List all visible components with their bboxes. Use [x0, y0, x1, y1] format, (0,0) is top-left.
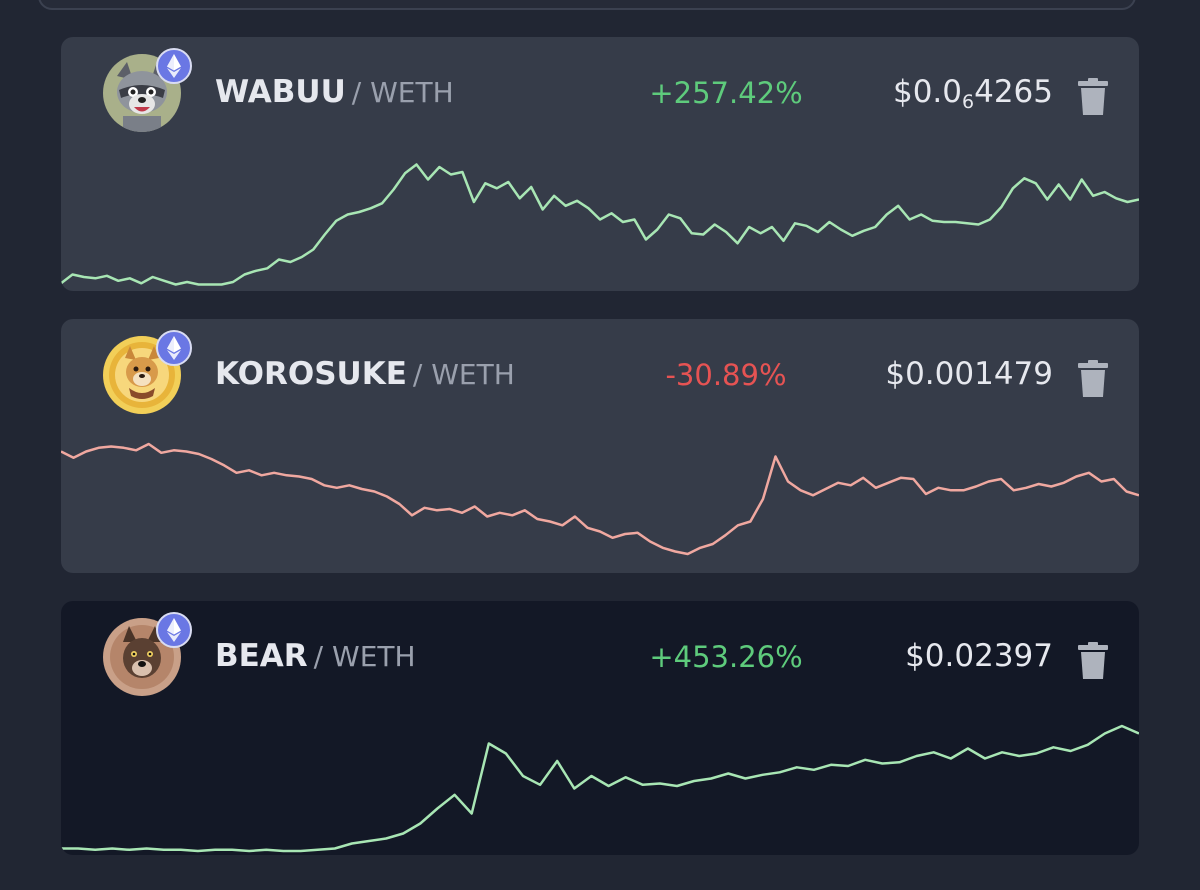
sparkline-path: [61, 163, 1139, 286]
pair-name: KOROSUKE / WETH: [215, 354, 515, 395]
price-prefix: $0.0: [892, 74, 962, 110]
sparkline-path: [61, 724, 1139, 853]
trash-icon[interactable]: [1073, 77, 1113, 117]
token-symbol: BEAR: [215, 638, 308, 674]
price-change: -30.89%: [665, 358, 787, 392]
quote-symbol: / WETH: [313, 640, 416, 673]
ethereum-icon: [156, 330, 192, 366]
pair-card[interactable]: KOROSUKE / WETH -30.89% $0.001479: [61, 319, 1139, 573]
sparkline-path: [61, 442, 1139, 556]
token-symbol: WABUU: [215, 74, 346, 110]
price-digits: 4265: [974, 74, 1053, 110]
pair-name: BEAR / WETH: [215, 636, 416, 677]
token-price: $0.02397: [905, 638, 1053, 674]
quote-symbol: / WETH: [351, 76, 454, 109]
price-change: +453.26%: [649, 640, 803, 674]
price-change: +257.42%: [649, 76, 803, 110]
trash-icon[interactable]: [1073, 359, 1113, 399]
pair-name: WABUU / WETH: [215, 72, 454, 113]
pair-card[interactable]: BEAR / WETH +453.26% $0.02397: [61, 601, 1139, 855]
token-price: $0.001479: [885, 356, 1053, 392]
token-price: $0.064265: [893, 72, 1053, 112]
ethereum-icon: [156, 612, 192, 648]
pair-card[interactable]: WABUU / WETH +257.42% $0.064265: [61, 37, 1139, 291]
previous-pair-card: [38, 0, 1136, 10]
token-avatar: [103, 330, 192, 414]
ethereum-icon: [156, 48, 192, 84]
trash-icon[interactable]: [1073, 641, 1113, 681]
price-zero-count: 6: [962, 91, 975, 113]
token-avatar: [103, 48, 192, 132]
token-avatar: [103, 612, 192, 696]
token-symbol: KOROSUKE: [215, 356, 407, 392]
quote-symbol: / WETH: [412, 358, 515, 391]
